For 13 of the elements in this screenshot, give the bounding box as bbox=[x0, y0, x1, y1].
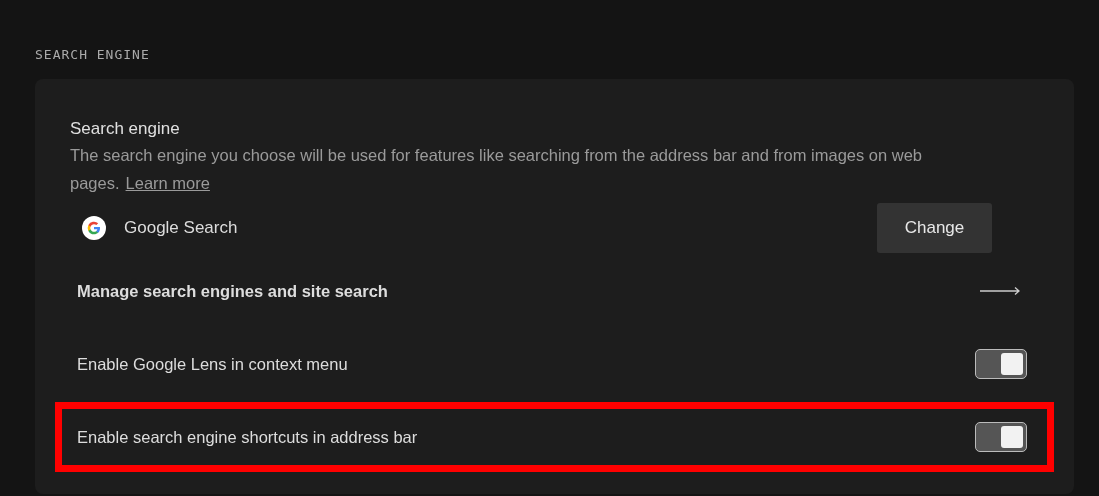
setting-description: The search engine you choose will be used for features like searching from the address bar and from images on web pages. Learn more bbox=[70, 145, 924, 194]
setting-label: Enable Google Lens in context menu bbox=[77, 354, 348, 374]
setting-title: Search engine bbox=[70, 119, 180, 139]
section-title: SEARCH ENGINE bbox=[35, 47, 150, 62]
google-logo-icon bbox=[82, 216, 106, 240]
change-button[interactable]: Change bbox=[877, 203, 992, 253]
learn-more-link[interactable]: Learn more bbox=[125, 174, 210, 192]
setting-label: Enable search engine shortcuts in address bar bbox=[77, 427, 418, 447]
toggle-switch[interactable] bbox=[975, 422, 1027, 452]
toggle-switch[interactable] bbox=[975, 349, 1027, 379]
arrow-right-icon[interactable] bbox=[980, 286, 1020, 296]
setting-label: Manage search engines and site search bbox=[77, 281, 388, 301]
search-engine-name: Google Search bbox=[124, 218, 238, 238]
